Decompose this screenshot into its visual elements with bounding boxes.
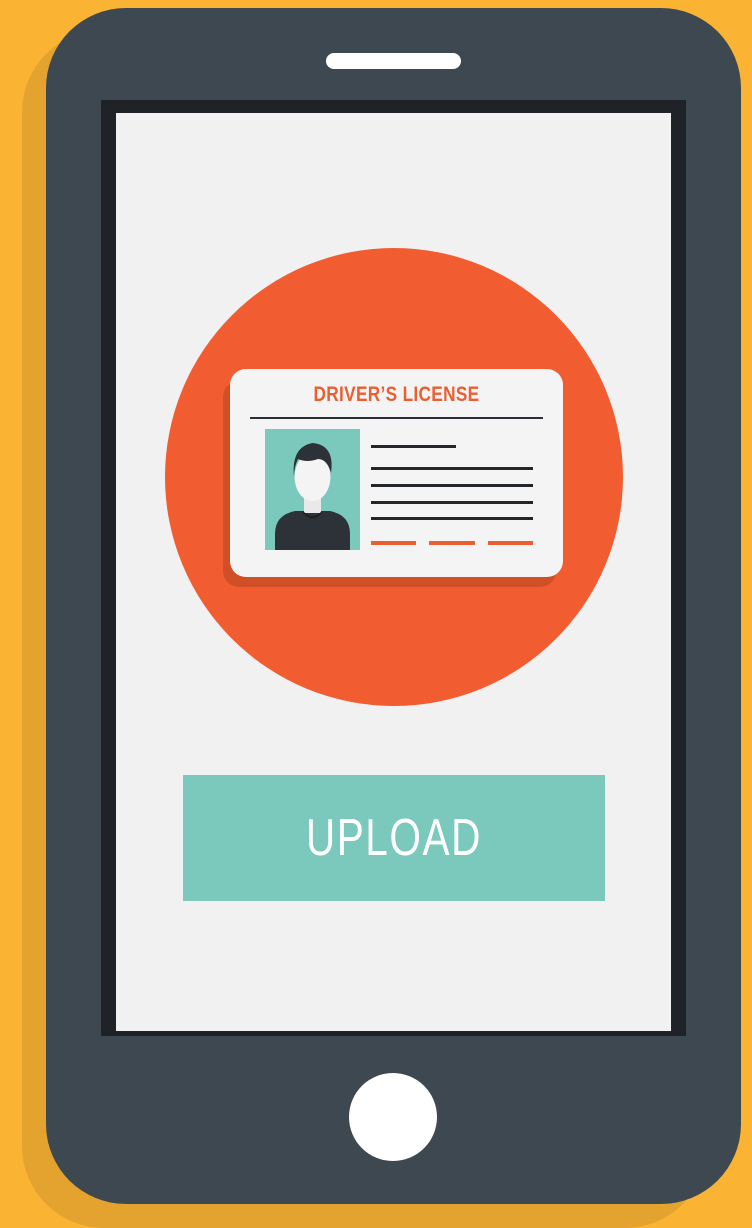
phone-device: DRIVER’S LICENSE UPLOAD <box>46 8 741 1204</box>
license-card-divider <box>250 417 543 419</box>
license-info-line <box>371 484 533 487</box>
drivers-license-card: DRIVER’S LICENSE <box>230 369 563 577</box>
speaker-grille <box>326 53 461 69</box>
license-dash-segment <box>371 541 416 545</box>
license-info-line <box>371 501 533 504</box>
upload-button[interactable]: UPLOAD <box>183 775 605 901</box>
person-avatar-svg <box>275 443 350 550</box>
license-info-line <box>371 517 533 520</box>
person-avatar-icon <box>265 429 360 550</box>
license-info-line <box>371 467 533 470</box>
home-button[interactable] <box>349 1073 437 1161</box>
license-dash-segment <box>488 541 533 545</box>
license-dash-segment <box>429 541 475 545</box>
screen-bezel: DRIVER’S LICENSE UPLOAD <box>101 100 686 1036</box>
upload-button-label: UPLOAD <box>305 809 483 867</box>
license-card-title: DRIVER’S LICENSE <box>313 383 480 406</box>
license-info-line <box>371 445 456 448</box>
phone-screen: DRIVER’S LICENSE UPLOAD <box>116 113 671 1031</box>
